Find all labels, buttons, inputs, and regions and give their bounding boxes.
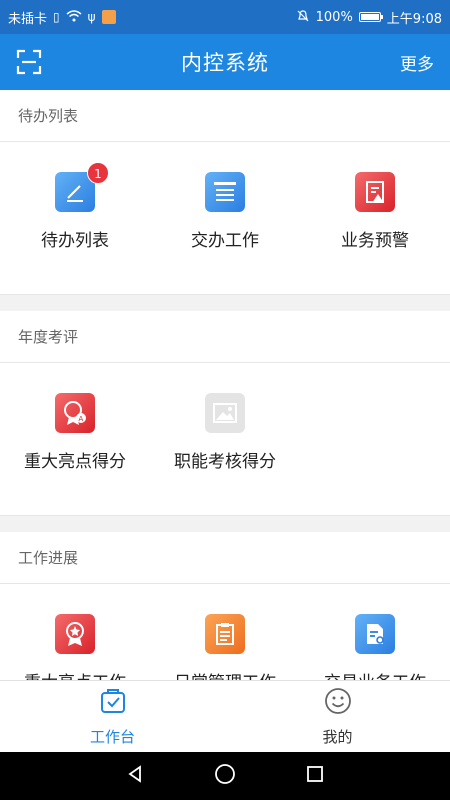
section-title: 年度考评: [0, 311, 450, 363]
home-icon[interactable]: [214, 763, 236, 789]
notification-badge: 1: [87, 162, 109, 184]
recents-icon[interactable]: [305, 764, 325, 788]
bottom-tab-bar: 工作台 我的: [0, 680, 450, 752]
section-divider: [0, 295, 450, 311]
usb-icon: ψ: [87, 10, 96, 24]
section-title: 工作进展: [0, 532, 450, 584]
section-title: 待办列表: [0, 90, 450, 142]
status-bar: 未插卡 ▯ ψ 100% 上午9:08: [0, 0, 450, 34]
grid-item-label: 重大亮点工作: [24, 668, 126, 680]
grid-item-label: 交办工作: [191, 231, 259, 251]
award-star-icon: [55, 614, 95, 654]
image-placeholder-icon: [205, 393, 245, 433]
section-work-progress: 工作进展 重大亮点工作 日常管理工作 交易业务工作: [0, 532, 450, 680]
clipboard-icon: [205, 614, 245, 654]
grid-item-business-warning[interactable]: 业务预警: [300, 172, 450, 276]
page-title: 内控系统: [181, 51, 269, 75]
grid-item-label: 日常管理工作: [174, 668, 276, 680]
tab-workbench[interactable]: 工作台: [0, 681, 225, 752]
clock: 上午9:08: [386, 11, 442, 27]
smiley-icon: [323, 686, 353, 720]
back-icon[interactable]: [125, 764, 145, 788]
dashboard-content[interactable]: 待办列表 1 待办列表 交办工作 业务预警 年度考评 A 重大亮点得分 职能考核…: [0, 90, 450, 680]
tab-label: 我的: [322, 728, 353, 746]
grid-item-label: 业务预警: [341, 231, 409, 251]
scan-icon[interactable]: [14, 47, 44, 77]
workbench-icon: [98, 686, 128, 720]
award-a-icon: A: [55, 393, 95, 433]
grid-item-highlight-score[interactable]: A 重大亮点得分: [0, 393, 150, 497]
app-header: 内控系统 更多: [0, 34, 450, 90]
section-annual-review: 年度考评 A 重大亮点得分 职能考核得分: [0, 311, 450, 516]
svg-text:A: A: [79, 415, 84, 423]
system-navigation-bar: [0, 752, 450, 800]
grid-item-daily-management[interactable]: 日常管理工作: [150, 614, 300, 680]
grid-item-label: 职能考核得分: [174, 452, 276, 472]
more-button[interactable]: 更多: [400, 50, 434, 75]
assign-doc-icon: [205, 172, 245, 212]
grid-item-transaction-work[interactable]: 交易业务工作: [300, 614, 450, 680]
tab-mine[interactable]: 我的: [225, 681, 450, 752]
grid-item-label: 待办列表: [41, 231, 109, 251]
section-todo: 待办列表 1 待办列表 交办工作 业务预警: [0, 90, 450, 295]
app-notification-icon: [101, 10, 116, 24]
sim-icon: ▯: [53, 10, 60, 24]
battery-icon: [358, 12, 383, 22]
battery-percent: 100%: [315, 9, 353, 25]
edit-icon: 1: [55, 162, 109, 212]
tab-label: 工作台: [89, 728, 135, 746]
mute-icon: [296, 9, 310, 26]
wifi-icon: [66, 9, 82, 25]
carrier-text: 未插卡: [8, 11, 48, 27]
grid-item-todo-list[interactable]: 1 待办列表: [0, 162, 150, 276]
document-search-icon: [355, 614, 395, 654]
grid-item-highlight-work[interactable]: 重大亮点工作: [0, 614, 150, 680]
grid-item-label: 交易业务工作: [324, 668, 426, 680]
grid-item-assigned-work[interactable]: 交办工作: [150, 172, 300, 276]
grid-item-function-score[interactable]: 职能考核得分: [150, 393, 300, 497]
section-divider: [0, 516, 450, 532]
warning-doc-icon: [355, 172, 395, 212]
grid-item-label: 重大亮点得分: [24, 452, 126, 472]
